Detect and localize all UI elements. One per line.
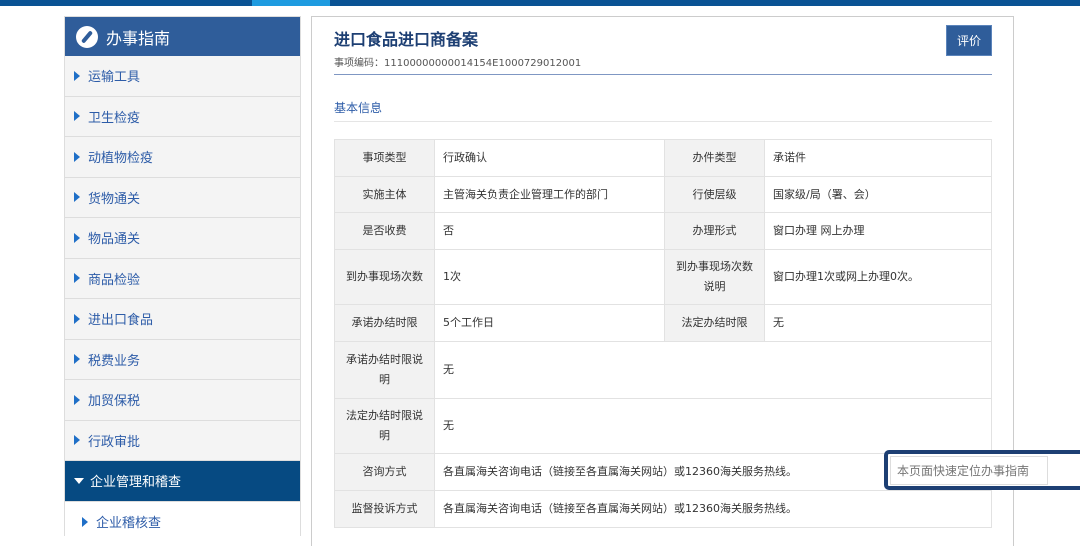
table-row: 是否收费 否 办理形式 窗口办理 网上办理 (334, 212, 992, 250)
field-label: 到办事现场次数说明 (664, 249, 765, 305)
sidebar-item[interactable]: 行政审批 (65, 421, 300, 461)
sidebar-item-label: 商品检验 (88, 272, 141, 288)
field-label: 实施主体 (334, 176, 435, 213)
field-label: 到办事现场次数 (334, 249, 435, 305)
caret-right-icon (74, 394, 80, 405)
table-row: 监督投诉方式 各直属海关咨询电话（链接至各直属海关网站）或12360海关服务热线… (334, 490, 992, 528)
sidebar-item-label: 卫生检疫 (88, 110, 141, 126)
sidebar-subitem[interactable]: 企业稽核查 (65, 501, 300, 542)
page-title: 进口食品进口商备案 (334, 30, 479, 49)
sidebar-item-label: 税费业务 (88, 353, 141, 369)
field-label: 咨询方式 (334, 453, 435, 491)
item-code: 事项编码：11100000000014154E1000729012001 (334, 58, 582, 69)
table-row: 法定办结时限说明 无 (334, 398, 992, 454)
field-value: 否 (434, 212, 665, 250)
sidebar-header: 办事指南 (65, 17, 300, 56)
field-label: 承诺办结时限说明 (334, 341, 435, 399)
field-value: 主管海关负责企业管理工作的部门 (434, 176, 665, 213)
sidebar-item[interactable]: 卫生检疫 (65, 97, 300, 137)
field-label: 监督投诉方式 (334, 490, 435, 528)
table-row: 到办事现场次数 1次 到办事现场次数说明 窗口办理1次或网上办理0次。 (334, 249, 992, 305)
caret-right-icon (74, 354, 80, 365)
sidebar-item[interactable]: 加贸保税 (65, 380, 300, 421)
quick-locate-box (884, 450, 1080, 490)
caret-right-icon (74, 111, 80, 122)
caret-right-icon (74, 273, 80, 284)
field-label: 法定办结时限说明 (334, 398, 435, 454)
table-row: 承诺办结时限 5个工作日 法定办结时限 无 (334, 304, 992, 342)
sidebar-item-label: 物品通关 (88, 232, 141, 248)
caret-right-icon (74, 70, 80, 81)
compass-icon (76, 25, 98, 48)
caret-right-icon (74, 151, 80, 162)
sidebar-item-label: 动植物检疫 (88, 151, 154, 167)
field-value: 5个工作日 (434, 304, 665, 342)
sidebar-subitem-label: 企业稽核查 (96, 516, 162, 531)
sidebar-item[interactable]: 货物通关 (65, 178, 300, 218)
field-label: 承诺办结时限 (334, 304, 435, 342)
table-row: 承诺办结时限说明 无 (334, 341, 992, 399)
caret-right-icon (74, 192, 80, 203)
sidebar-item-label: 行政审批 (88, 434, 141, 450)
field-label: 办理形式 (664, 212, 765, 250)
field-label: 行使层级 (664, 176, 765, 213)
table-row: 实施主体 主管海关负责企业管理工作的部门 行使层级 国家级/局（署、会） (334, 176, 992, 213)
divider (334, 74, 992, 75)
sidebar-title: 办事指南 (106, 28, 171, 48)
field-value: 1次 (434, 249, 665, 305)
top-nav-bar (0, 0, 1080, 6)
divider (334, 121, 992, 122)
sidebar-item-active[interactable]: 企业管理和稽查 (65, 461, 300, 502)
field-value: 窗口办理 网上办理 (764, 212, 992, 250)
field-value: 各直属海关咨询电话（链接至各直属海关网站）或12360海关服务热线。 (434, 490, 992, 528)
sidebar-item[interactable]: 运输工具 (65, 56, 300, 97)
field-value: 无 (434, 398, 992, 454)
quick-locate-input[interactable] (890, 456, 1048, 485)
caret-right-icon (74, 232, 80, 243)
field-value: 行政确认 (434, 139, 665, 177)
table-row: 事项类型 行政确认 办件类型 承诺件 (334, 139, 992, 177)
section-title: 基本信息 (334, 101, 383, 115)
caret-right-icon (74, 313, 80, 324)
field-label: 法定办结时限 (664, 304, 765, 342)
field-label: 事项类型 (334, 139, 435, 177)
field-value: 窗口办理1次或网上办理0次。 (764, 249, 992, 305)
caret-down-icon (74, 477, 84, 484)
sidebar-item[interactable]: 商品检验 (65, 259, 300, 299)
sidebar-item[interactable]: 动植物检疫 (65, 137, 300, 178)
sidebar-item[interactable]: 税费业务 (65, 340, 300, 380)
sidebar-item-label: 企业管理和稽查 (90, 475, 182, 491)
sidebar: 办事指南 运输工具卫生检疫动植物检疫货物通关物品通关商品检验进出口食品税费业务加… (64, 16, 301, 542)
field-value: 国家级/局（署、会） (764, 176, 992, 213)
sidebar-item-label: 进出口食品 (88, 313, 154, 329)
field-label: 是否收费 (334, 212, 435, 250)
caret-right-icon (74, 435, 80, 446)
sidebar-item-label: 运输工具 (88, 70, 141, 86)
field-value: 无 (764, 304, 992, 342)
caret-right-icon (82, 516, 88, 527)
rate-button[interactable]: 评价 (946, 25, 992, 56)
field-value: 承诺件 (764, 139, 992, 177)
field-value: 无 (434, 341, 992, 399)
active-nav-indicator (252, 0, 330, 6)
sidebar-item-label: 加贸保税 (88, 394, 141, 410)
sidebar-item[interactable]: 进出口食品 (65, 299, 300, 340)
sidebar-item[interactable]: 物品通关 (65, 218, 300, 259)
sidebar-item-label: 货物通关 (88, 191, 141, 207)
field-label: 办件类型 (664, 139, 765, 177)
